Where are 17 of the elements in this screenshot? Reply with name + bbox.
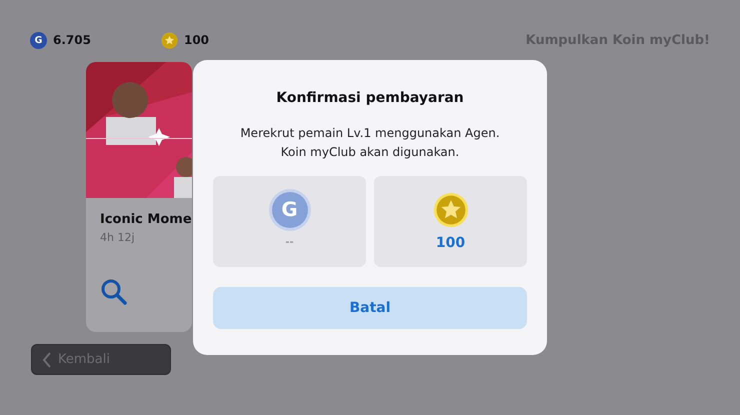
balance-amount: 6.705 (53, 33, 91, 47)
dialog-title: Konfirmasi pembayaran (276, 90, 464, 106)
card-background[interactable]: Iconic Mome 4h 12j (86, 62, 192, 332)
star-coin-icon (432, 192, 468, 228)
payment-option[interactable]: 100 (374, 176, 527, 268)
dialog-message: Merekrut pemain Lv.1 menggunakan Agen. Koin myClub akan digunakan. (240, 125, 500, 162)
cancel-button[interactable]: Batal (213, 287, 527, 330)
card-time: 4h 12j (100, 231, 135, 244)
search-icon[interactable] (100, 278, 128, 306)
gp-coin-icon: G (30, 32, 47, 48)
balance-amount: 100 (184, 33, 210, 47)
chevron-left-icon (42, 352, 52, 368)
option-amount: -- (285, 236, 294, 250)
star-coin-icon (160, 32, 178, 48)
option-amount: 100 (436, 234, 466, 252)
card-title: Iconic Mome (100, 212, 192, 227)
gp-coin-icon: G (272, 192, 308, 228)
